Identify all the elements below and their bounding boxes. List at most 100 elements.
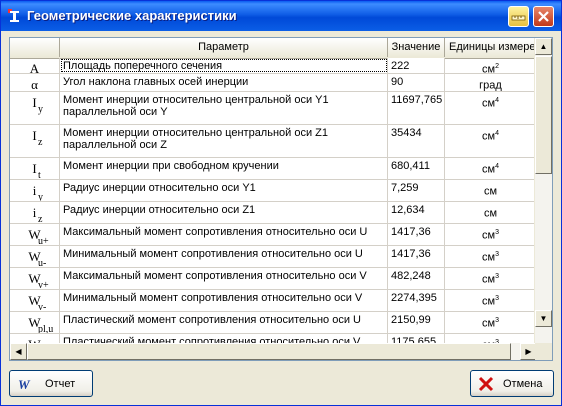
unit-exponent: 3 [495,317,499,324]
unit-exponent: 3 [495,295,499,302]
value-cell[interactable]: 2274,395 [388,290,445,311]
unit-exponent: 3 [495,229,499,236]
table-row[interactable]: Iy Момент инерции относительно центрально… [10,92,537,125]
symbol-cell: It [10,158,60,179]
characteristics-grid[interactable]: Параметр Значение Единицы измерения A Пло… [9,37,553,361]
svg-text:W: W [18,377,31,392]
symbol-subscript: v+ [38,280,49,289]
header-value[interactable]: Значение [388,38,445,57]
unit-text: см [482,251,496,264]
unit-text: град [479,79,502,91]
symbol-subscript: v- [38,302,47,311]
symbol-letter: i [32,205,37,220]
symbol-letter: I [32,128,37,143]
close-button[interactable] [533,6,554,27]
unit-cell: см4 [445,158,537,179]
cancel-button[interactable]: Отмена [470,370,554,397]
header-units[interactable]: Единицы измерения [445,38,537,57]
horizontal-scrollbar[interactable]: ◀ ▶ [10,343,537,360]
app-icon [8,9,19,22]
symbol-letter: W [28,271,41,286]
value-cell[interactable]: 222 [388,58,445,73]
parameter-cell[interactable]: Радиус инерции относительно оси Z1 [60,202,388,223]
table-row[interactable]: Wu+ Максимальный момент сопротивления отн… [10,224,537,246]
table-row[interactable]: A Площадь поперечного сечения 222 см2 [10,58,537,74]
value-cell[interactable]: 90 [388,74,445,91]
vertical-scrollbar[interactable]: ▲ ▼ [534,38,552,344]
parameter-cell[interactable]: Момент инерции относительно центральной … [60,92,388,124]
cancel-icon [478,376,494,392]
unit-cell: см [445,202,537,223]
value-cell[interactable]: 2150,99 [388,312,445,333]
parameter-cell[interactable]: Максимальный момент сопротивления относи… [60,268,388,289]
grid-rows: A Площадь поперечного сечения 222 см2 α Угол … [10,58,537,344]
table-row[interactable]: Iz Момент инерции относительно центрально… [10,125,537,158]
unit-cell: см3 [445,290,537,311]
table-row[interactable]: α Угол наклона главных осей инерции 90 град [10,74,537,92]
unit-cell: см2 [445,58,537,73]
parameter-cell[interactable]: Момент инерции относительно центральной … [60,125,388,157]
symbol-cell: Wv+ [10,268,60,289]
table-row[interactable]: Wpl,u Пластический момент сопротивления о… [10,312,537,334]
value-cell[interactable]: 35434 [388,125,445,157]
unit-text: см [482,317,496,330]
symbol-subscript: pl,u [38,324,54,333]
value-cell[interactable]: 482,248 [388,268,445,289]
table-row[interactable]: i z Радиус инерции относительно оси Z1 12,6… [10,202,537,224]
symbol-subscript: u+ [38,236,49,245]
symbol-letter: α [31,77,38,91]
unit-exponent: 2 [495,63,499,70]
scroll-up-button[interactable]: ▲ [535,38,552,55]
parameter-cell[interactable]: Радиус инерции относительно оси Y1 [60,180,388,201]
symbol-subscript: z [38,214,43,223]
scroll-down-button[interactable]: ▼ [535,310,552,327]
report-icon: W [18,377,31,392]
window-title: Геометрические характеристики [27,8,237,23]
parameter-cell[interactable]: Минимальный момент сопротивления относит… [60,290,388,311]
horizontal-scroll-thumb[interactable] [27,343,511,360]
value-cell[interactable]: 7,259 [388,180,445,201]
value-cell[interactable]: 11697,765 [388,92,445,124]
unit-text: см [482,295,496,308]
parameter-cell[interactable]: Пластический момент сопротивления относи… [60,312,388,333]
symbol-letter: i [32,183,37,198]
ruler-button[interactable] [508,6,529,27]
value-cell[interactable]: 12,634 [388,202,445,223]
report-button[interactable]: W Отчет [9,370,93,397]
table-row[interactable]: Wv- Минимальный момент сопротивления отно… [10,290,537,312]
unit-cell: см3 [445,246,537,267]
unit-cell: град [445,74,537,91]
parameter-cell[interactable]: Угол наклона главных осей инерции [60,74,388,91]
table-row[interactable]: Wu- Минимальный момент сопротивления отно… [10,246,537,268]
symbol-cell: A [10,58,60,73]
parameter-cell[interactable]: Площадь поперечного сечения [60,58,388,73]
symbol-cell: iz [10,202,60,223]
symbol-subscript: u- [38,258,47,267]
close-icon [538,11,549,22]
value-cell[interactable]: 1417,36 [388,246,445,267]
unit-cell: см4 [445,125,537,157]
scroll-left-button[interactable]: ◀ [10,343,27,360]
unit-cell: см3 [445,312,537,333]
unit-text: см [483,185,498,198]
vertical-scroll-thumb[interactable] [535,56,552,174]
value-cell[interactable]: 680,411 [388,158,445,179]
parameter-cell[interactable]: Максимальный момент сопротивления относи… [60,224,388,245]
symbol-subscript: y [38,192,43,201]
table-row[interactable]: Wv+ Максимальный момент сопротивления отн… [10,268,537,290]
unit-text: см [482,229,496,242]
header-symbol[interactable] [10,38,60,57]
symbol-cell: Wv- [10,290,60,311]
header-parameter[interactable]: Параметр [60,38,388,57]
symbol-letter: W [28,249,41,264]
parameter-cell[interactable]: Момент инерции при свободном кручении [60,158,388,179]
parameter-cell[interactable]: Минимальный момент сопротивления относит… [60,246,388,267]
title-bar[interactable]: Геометрические характеристики [1,1,561,31]
table-row[interactable]: i y Радиус инерции относительно оси Y1 7,25… [10,180,537,202]
unit-text: см [482,163,496,176]
table-row[interactable]: It Момент инерции при свободном кручении 6… [10,158,537,180]
value-cell[interactable]: 1417,36 [388,224,445,245]
unit-cell: см [445,180,537,201]
unit-exponent: 4 [495,163,499,170]
cancel-label: Отмена [503,378,543,390]
